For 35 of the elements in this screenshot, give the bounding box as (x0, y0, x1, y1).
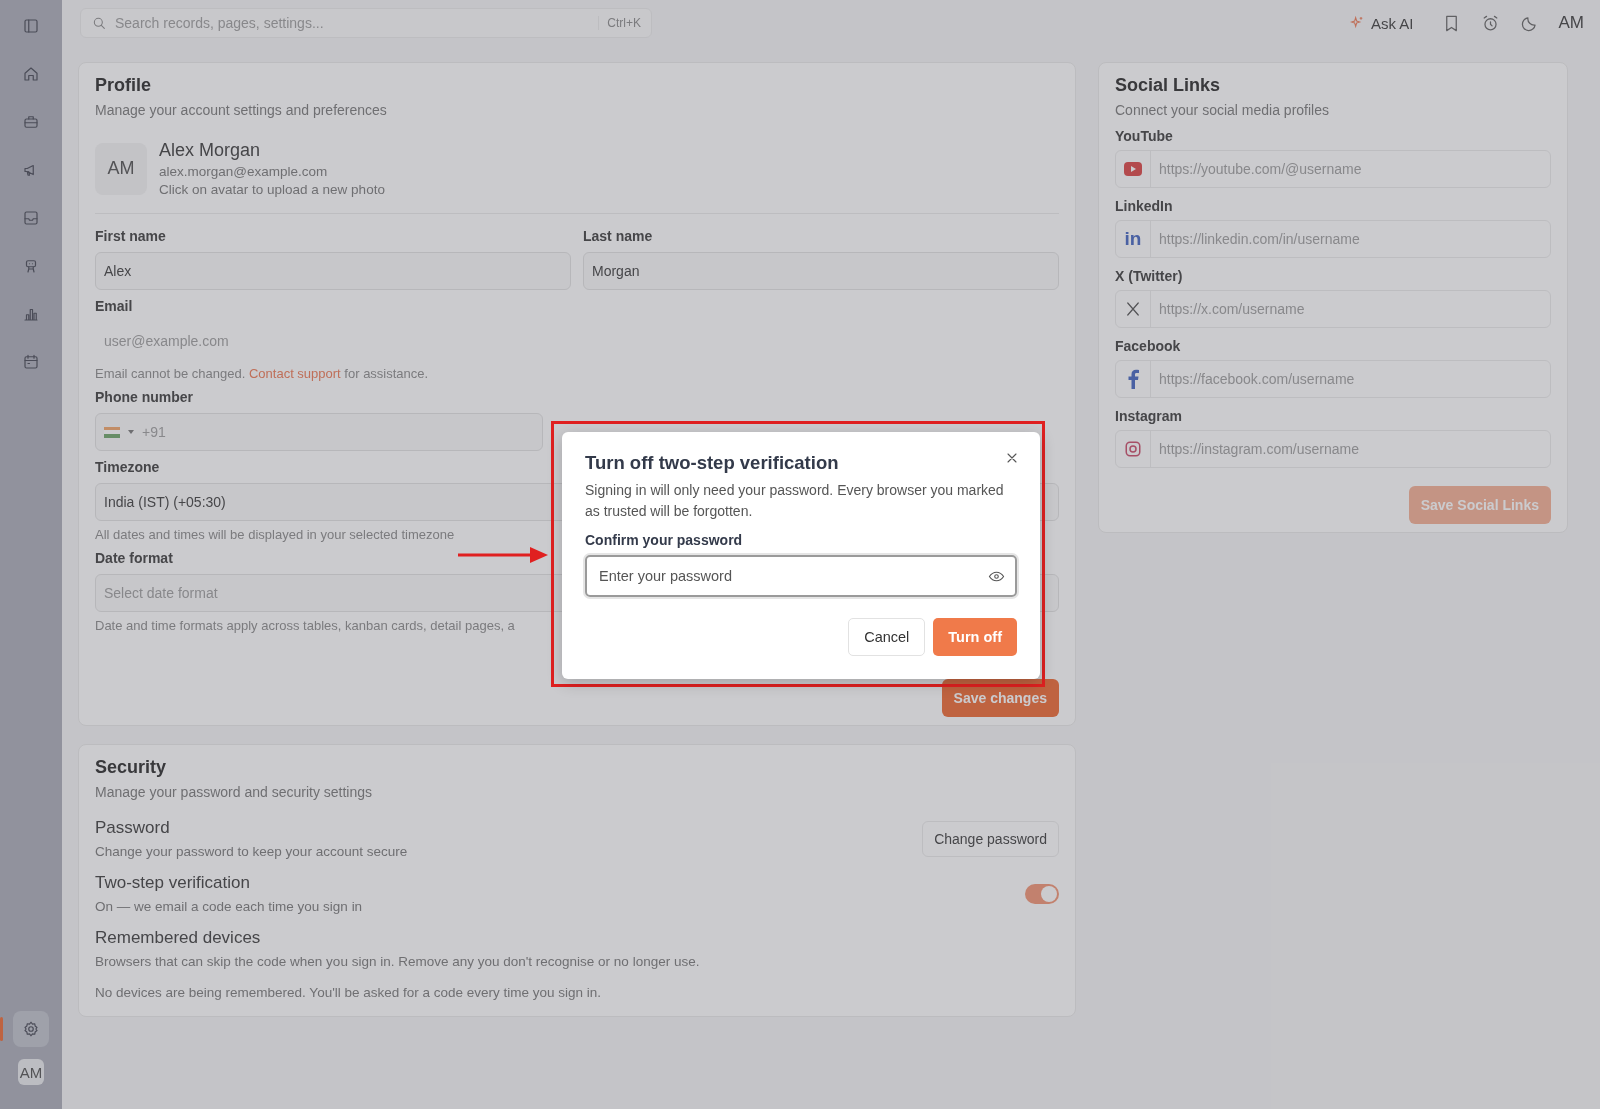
field-label: Date format (95, 550, 173, 566)
email-note: Email cannot be changed. Contact support for assistance. (95, 366, 429, 381)
card-subtitle: Manage your password and security settings (95, 784, 373, 800)
card-title: Security (95, 757, 167, 778)
field-label: Instagram (1115, 408, 1182, 424)
field-label: YouTube (1115, 128, 1173, 144)
field-hint: All dates and times will be displayed in your selected timezone (95, 527, 455, 542)
card-title: Profile (95, 75, 151, 96)
dialog-title: Turn off two-step verification (585, 452, 839, 474)
setting-description: Browsers that can skip the code when you sign in. Remove any you don't recognise or no longer use. (95, 954, 700, 969)
setting-description: On — we email a code each time you sign in (95, 899, 363, 914)
setting-title: Two-step verification (95, 873, 250, 893)
field-label: Last name (583, 228, 653, 244)
avatar-hint: Click on avatar to upload a new photo (159, 182, 385, 197)
field-label: LinkedIn (1115, 198, 1173, 214)
card-title: Social Links (1115, 75, 1221, 96)
field-hint: Date and time formats apply across tables, kanban cards, detail pages, a (95, 618, 515, 633)
linkedin-icon: in (1124, 228, 1142, 250)
shortcut-hint: Ctrl+K (598, 16, 641, 30)
field-label: Facebook (1115, 338, 1181, 354)
card-subtitle: Manage your account settings and preferences (95, 102, 387, 118)
setting-title: Remembered devices (95, 928, 261, 948)
field-label: First name (95, 228, 166, 244)
field-label: Phone number (95, 389, 193, 405)
setting-description: Change your password to keep your account secure (95, 844, 408, 859)
field-label: Email (95, 298, 133, 314)
user-email: alex.morgan@example.com (159, 164, 328, 179)
user-name: Alex Morgan (159, 140, 262, 161)
field-label: X (Twitter) (1115, 268, 1183, 284)
card-subtitle: Connect your social media profiles (1115, 102, 1329, 118)
setting-title: Password (95, 818, 170, 838)
field-label: Timezone (95, 459, 160, 475)
field-label: Confirm your password (585, 532, 743, 548)
dialog-message: Signing in will only need your password. Every browser you marked as trusted will be forgotten. (585, 481, 1005, 521)
empty-devices-message: No devices are being remembered. You'll be asked for a code every time you sign in. (95, 985, 602, 1000)
